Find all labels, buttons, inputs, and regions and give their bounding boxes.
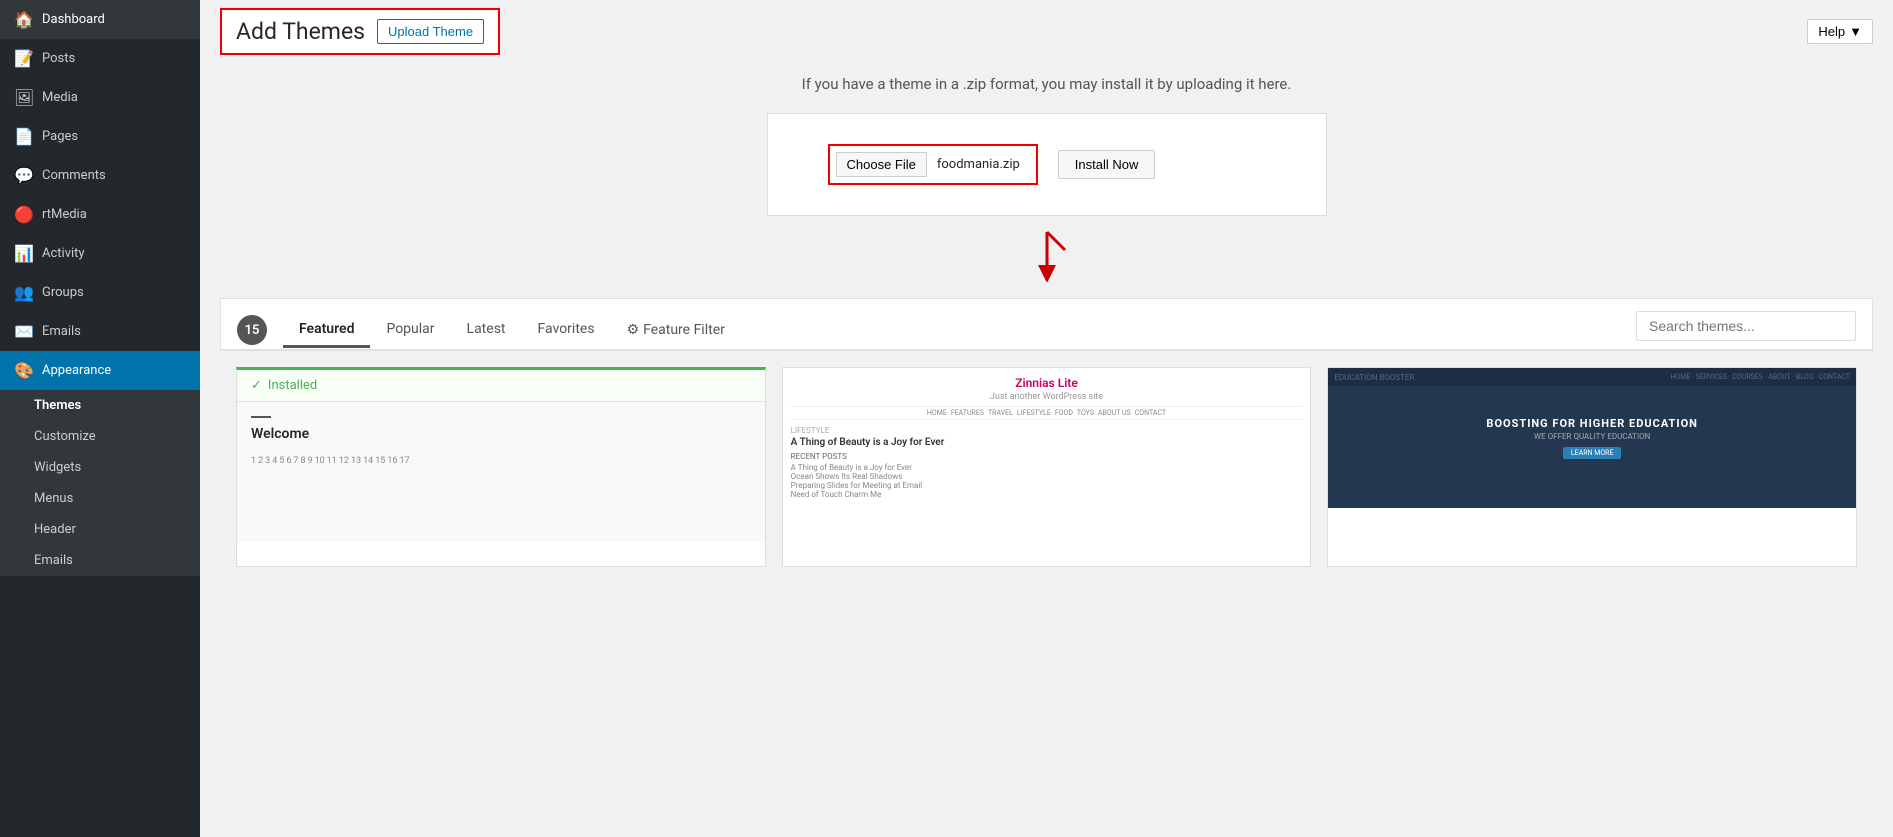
- file-input-area: Choose File foodmania.zip: [828, 144, 1038, 185]
- sidebar-item-label: Media: [42, 90, 78, 105]
- sidebar-item-label: rtMedia: [42, 207, 87, 222]
- main-content: Add Themes Upload Theme Help ▼ If you ha…: [200, 0, 1893, 837]
- page-title-area: Add Themes Upload Theme: [220, 8, 500, 55]
- tab-popular[interactable]: Popular: [370, 313, 450, 348]
- sidebar-item-label: Comments: [42, 168, 106, 183]
- submenu-label: Menus: [34, 491, 73, 506]
- theme-preview-installed: Welcome 123456 789101112 1314151617: [237, 402, 765, 542]
- sidebar-item-media[interactable]: 🖼 Media: [0, 78, 200, 117]
- sidebar-item-emails[interactable]: ✉️ Emails: [0, 312, 200, 351]
- appearance-submenu: Themes Customize Widgets Menus Header Em…: [0, 390, 200, 576]
- submenu-label: Themes: [34, 398, 81, 413]
- submenu-customize[interactable]: Customize: [0, 421, 200, 452]
- upload-theme-button[interactable]: Upload Theme: [377, 19, 484, 44]
- sidebar-item-label: Groups: [42, 285, 84, 300]
- upload-description: If you have a theme in a .zip format, yo…: [802, 75, 1292, 93]
- sidebar-item-pages[interactable]: 📄 Pages: [0, 117, 200, 156]
- edu-sub: WE OFFER QUALITY EDUCATION: [1534, 432, 1650, 441]
- sidebar-item-label: Appearance: [42, 363, 111, 378]
- zinnias-title: Zinnias Lite: [1015, 376, 1078, 390]
- theme-count-badge: 15: [237, 315, 267, 345]
- upload-box: Choose File foodmania.zip Install Now: [767, 113, 1327, 216]
- tabs-section: 15 Featured Popular Latest Favorites ⚙ F…: [220, 298, 1873, 351]
- submenu-themes[interactable]: Themes: [0, 390, 200, 421]
- sidebar-item-label: Activity: [42, 246, 85, 261]
- submenu-widgets[interactable]: Widgets: [0, 452, 200, 483]
- rtmedia-icon: 🔴: [14, 205, 34, 224]
- install-now-button[interactable]: Install Now: [1058, 150, 1156, 179]
- media-icon: 🖼: [14, 88, 34, 107]
- welcome-text: Welcome: [251, 426, 751, 442]
- topbar: Add Themes Upload Theme Help ▼: [200, 0, 1893, 55]
- submenu-label: Widgets: [34, 460, 81, 475]
- submenu-menus[interactable]: Menus: [0, 483, 200, 514]
- groups-icon: 👥: [14, 283, 34, 302]
- theme-card-zinnias: Zinnias Lite Just another WordPress site…: [782, 367, 1312, 567]
- sidebar-item-appearance[interactable]: 🎨 Appearance: [0, 351, 200, 390]
- dashboard-icon: 🏠: [14, 10, 34, 29]
- tab-latest[interactable]: Latest: [451, 313, 522, 348]
- sidebar: 🏠 Dashboard 📝 Posts 🖼 Media 📄 Pages 💬 Co…: [0, 0, 200, 837]
- theme-card-education: EDUCATION BOOSTER HOME · SERVICES · COUR…: [1327, 367, 1857, 567]
- sidebar-item-groups[interactable]: 👥 Groups: [0, 273, 200, 312]
- feature-filter-label: Feature Filter: [643, 322, 725, 338]
- submenu-label: Header: [34, 522, 76, 537]
- sidebar-item-dashboard[interactable]: 🏠 Dashboard: [0, 0, 200, 39]
- theme-preview-zinnias: Zinnias Lite Just another WordPress site…: [783, 368, 1311, 508]
- arrow-svg: [1017, 222, 1077, 282]
- themes-grid: ✓ Installed Welcome 123456 789101112 131…: [220, 351, 1873, 583]
- checkmark-icon: ✓: [251, 378, 262, 393]
- welcome-dash: [251, 416, 271, 418]
- activity-icon: 📊: [14, 244, 34, 263]
- sidebar-item-label: Pages: [42, 129, 78, 144]
- sidebar-item-comments[interactable]: 💬 Comments: [0, 156, 200, 195]
- theme-welcome-area: Welcome 123456 789101112 1314151617: [237, 402, 765, 542]
- tab-featured[interactable]: Featured: [283, 313, 370, 348]
- zinnias-content: LIFESTYLE A Thing of Beauty is a Joy for…: [791, 426, 1303, 499]
- theme-preview-education: EDUCATION BOOSTER HOME · SERVICES · COUR…: [1328, 368, 1856, 508]
- comments-icon: 💬: [14, 166, 34, 185]
- edu-learn-more[interactable]: LEARN MORE: [1563, 447, 1622, 459]
- installed-label: Installed: [268, 378, 317, 393]
- tab-favorites[interactable]: Favorites: [522, 313, 611, 348]
- posts-icon: 📝: [14, 49, 34, 68]
- sidebar-item-label: Posts: [42, 51, 75, 66]
- file-name-display: foodmania.zip: [927, 153, 1030, 176]
- edu-headline: BOOSTING FOR HIGHER EDUCATION: [1486, 417, 1698, 430]
- submenu-label: Emails: [34, 553, 73, 568]
- tabs-bar: 15 Featured Popular Latest Favorites ⚙ F…: [221, 299, 1872, 350]
- choose-file-button[interactable]: Choose File: [836, 152, 927, 177]
- pages-icon: 📄: [14, 127, 34, 146]
- installed-badge: ✓ Installed: [237, 370, 765, 402]
- arrow-annotation: [1017, 222, 1077, 282]
- appearance-icon: 🎨: [14, 361, 34, 380]
- emails-icon: ✉️: [14, 322, 34, 341]
- submenu-emails-sub[interactable]: Emails: [0, 545, 200, 576]
- sidebar-item-rtmedia[interactable]: 🔴 rtMedia: [0, 195, 200, 234]
- sidebar-item-label: Emails: [42, 324, 81, 339]
- sidebar-item-activity[interactable]: 📊 Activity: [0, 234, 200, 273]
- upload-section: If you have a theme in a .zip format, yo…: [200, 55, 1893, 298]
- sidebar-item-label: Dashboard: [42, 12, 105, 27]
- search-themes-input[interactable]: [1636, 311, 1856, 341]
- theme-card-installed: ✓ Installed Welcome 123456 789101112 131…: [236, 367, 766, 567]
- chevron-down-icon: ▼: [1849, 24, 1862, 39]
- sidebar-item-posts[interactable]: 📝 Posts: [0, 39, 200, 78]
- page-title: Add Themes: [236, 18, 365, 45]
- help-button[interactable]: Help ▼: [1807, 19, 1873, 44]
- zinnias-sub: Just another WordPress site: [990, 392, 1103, 402]
- help-label: Help: [1818, 24, 1845, 39]
- submenu-label: Customize: [34, 429, 96, 444]
- submenu-header[interactable]: Header: [0, 514, 200, 545]
- tab-feature-filter[interactable]: ⚙ Feature Filter: [611, 314, 741, 346]
- gear-icon: ⚙: [627, 322, 640, 338]
- zinnias-nav: HOMEFEATURESTRAVELLIFESTYLEFOODTOYSABOUT…: [791, 406, 1303, 420]
